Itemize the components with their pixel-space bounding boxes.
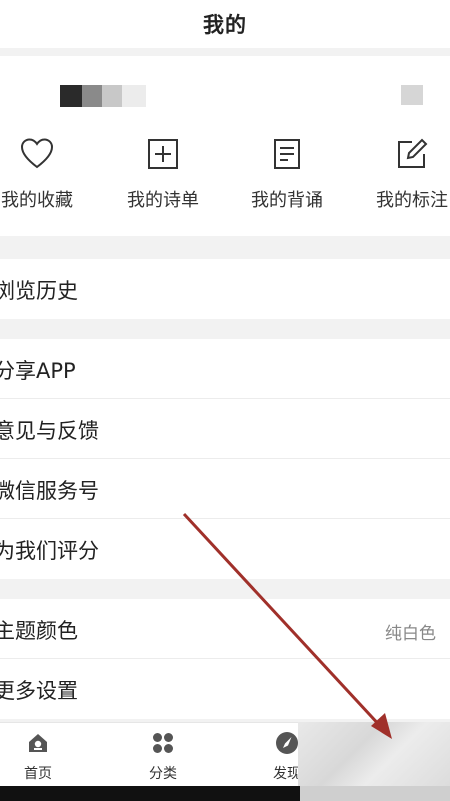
menu-item-wechat[interactable]: 微信服务号 <box>0 459 450 519</box>
blurred-region <box>300 786 450 801</box>
tab-label: 首页 <box>24 766 52 782</box>
menu-item-more-settings[interactable]: 更多设置 <box>0 659 450 719</box>
tab-home[interactable]: 首页 <box>0 723 78 787</box>
edit-icon <box>398 138 428 168</box>
menu-item-history[interactable]: 浏览历史 <box>0 259 450 319</box>
username-blurred <box>60 85 150 107</box>
menu-item-label: 主题颜色 <box>0 619 78 643</box>
heart-icon <box>20 138 54 169</box>
history-group: 浏览历史 <box>0 259 450 319</box>
compass-icon <box>276 732 298 754</box>
quick-action-label: 我的收藏 <box>1 190 73 211</box>
settings-group: 主题颜色 纯白色 更多设置 <box>0 599 450 719</box>
page-title: 我的 <box>203 13 247 37</box>
menu-item-rate[interactable]: 为我们评分 <box>0 519 450 579</box>
menu-item-label: 浏览历史 <box>0 279 78 303</box>
category-icon <box>153 733 173 753</box>
quick-action-poem-list[interactable]: 我的诗单 <box>108 136 218 226</box>
quick-actions: 我的收藏 我的诗单 我的背诵 我的标注 <box>0 136 450 226</box>
quick-action-recite[interactable]: 我的背诵 <box>232 136 342 226</box>
menu-item-share[interactable]: 分享APP <box>0 339 450 399</box>
tab-label: 分类 <box>149 766 177 782</box>
header-bar: 我的 <box>0 0 450 48</box>
quick-action-label: 我的标注 <box>376 190 448 211</box>
app-group: 分享APP 意见与反馈 微信服务号 为我们评分 <box>0 339 450 579</box>
theme-value: 纯白色 <box>385 624 436 644</box>
plus-square-icon <box>148 139 178 169</box>
document-icon <box>274 139 300 169</box>
menu-item-label: 分享APP <box>0 359 76 383</box>
menu-item-label: 微信服务号 <box>0 479 99 503</box>
tab-category[interactable]: 分类 <box>123 723 203 787</box>
quick-action-favorites[interactable]: 我的收藏 <box>0 136 92 226</box>
profile-card[interactable]: 我的收藏 我的诗单 我的背诵 我的标注 <box>0 56 450 236</box>
menu-item-label: 更多设置 <box>0 679 78 703</box>
blurred-region <box>298 722 450 786</box>
menu-item-label: 为我们评分 <box>0 539 99 563</box>
menu-item-theme[interactable]: 主题颜色 纯白色 <box>0 599 450 659</box>
avatar-blurred[interactable] <box>401 85 423 105</box>
quick-action-label: 我的诗单 <box>127 190 199 211</box>
home-icon <box>29 734 47 752</box>
system-nav-strip <box>0 786 450 801</box>
menu-item-label: 意见与反馈 <box>0 419 99 443</box>
menu-item-feedback[interactable]: 意见与反馈 <box>0 399 450 459</box>
quick-action-annotations[interactable]: 我的标注 <box>357 136 450 226</box>
quick-action-label: 我的背诵 <box>251 190 323 211</box>
